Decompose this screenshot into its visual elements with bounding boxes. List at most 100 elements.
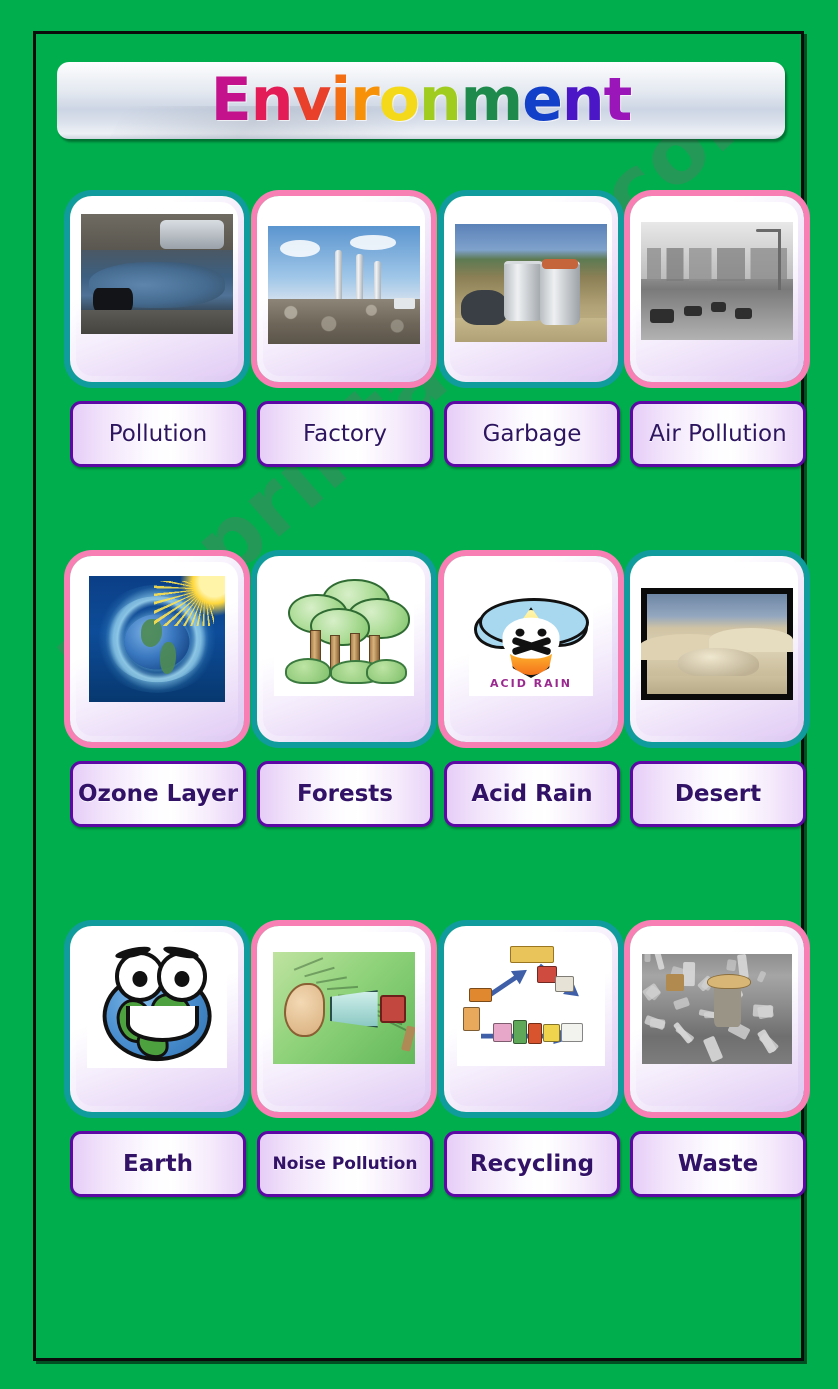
card-cell-noise-pollution: Noise Pollution bbox=[257, 926, 445, 1211]
scrap-piece bbox=[726, 959, 736, 971]
conical-hat bbox=[707, 974, 751, 989]
picture-card-recycling[interactable] bbox=[444, 926, 618, 1112]
card-cell-forests: Forests bbox=[257, 556, 445, 841]
word-label-text: Pollution bbox=[109, 423, 208, 446]
polluted-water-photo bbox=[81, 214, 233, 334]
card-inner bbox=[263, 932, 425, 1106]
megaphone-handle bbox=[380, 995, 407, 1024]
word-label-waste[interactable]: Waste bbox=[630, 1131, 806, 1197]
cardboard bbox=[666, 974, 684, 992]
card-inner bbox=[450, 202, 612, 376]
bush bbox=[366, 659, 406, 684]
picture-card-factory[interactable] bbox=[257, 196, 431, 382]
page-title: Environment bbox=[57, 62, 785, 139]
bottle bbox=[463, 1007, 480, 1031]
right-eye bbox=[157, 951, 207, 1001]
picture-card-pollution[interactable] bbox=[70, 196, 244, 382]
smile bbox=[126, 1006, 198, 1042]
word-label-recycling[interactable]: Recycling bbox=[444, 1131, 620, 1197]
worksheet-page: ESLprintables.com Environment PollutionF… bbox=[0, 0, 838, 1389]
title-letter-2: v bbox=[292, 65, 330, 135]
scrap-piece bbox=[649, 1018, 665, 1028]
street-lamp bbox=[778, 229, 781, 290]
forest-trees-clipart bbox=[274, 574, 414, 696]
word-label-garbage[interactable]: Garbage bbox=[444, 401, 620, 467]
overflow-trash bbox=[542, 259, 578, 268]
cloud bbox=[350, 235, 396, 249]
cloud bbox=[280, 240, 320, 257]
tanker-truck bbox=[160, 220, 224, 249]
word-label-air-pollution[interactable]: Air Pollution bbox=[630, 401, 806, 467]
rubble-bottom bbox=[81, 310, 233, 334]
picture-card-ozone-layer[interactable] bbox=[70, 556, 244, 742]
cartoon-earth-clipart bbox=[87, 944, 227, 1068]
box bbox=[469, 988, 492, 1002]
title-letter-9: n bbox=[562, 65, 604, 135]
garbage-cans-photo bbox=[455, 224, 607, 342]
chimney bbox=[335, 250, 342, 304]
word-label-text: Recycling bbox=[470, 1153, 594, 1176]
trash-can bbox=[540, 261, 580, 325]
card-cell-garbage: Garbage bbox=[444, 196, 632, 481]
card-inner bbox=[450, 932, 612, 1106]
picture-card-waste[interactable] bbox=[630, 926, 804, 1112]
title-letter-3: i bbox=[331, 65, 351, 135]
title-letter-6: n bbox=[419, 65, 461, 135]
card-row-2: Ozone Layer Forests ACID RAIN Acid Rain Dese… bbox=[0, 556, 838, 841]
word-label-text: Garbage bbox=[483, 423, 582, 446]
picture-card-air-pollution[interactable] bbox=[630, 196, 804, 382]
word-label-text: Air Pollution bbox=[649, 423, 786, 446]
container bbox=[493, 1023, 513, 1042]
card-inner bbox=[76, 932, 238, 1106]
card-inner bbox=[76, 562, 238, 736]
acid-rain-clipart: ACID RAIN bbox=[469, 576, 593, 696]
chimney bbox=[374, 261, 381, 303]
word-label-forests[interactable]: Forests bbox=[257, 761, 433, 827]
card-row-1: Pollution Factory Garbage Air Pollution bbox=[0, 196, 838, 481]
scrap-piece bbox=[756, 1004, 773, 1019]
trash-can bbox=[504, 261, 544, 321]
word-label-acid-rain[interactable]: Acid Rain bbox=[444, 761, 620, 827]
picture-card-garbage[interactable] bbox=[444, 196, 618, 382]
word-label-text: Ozone Layer bbox=[78, 783, 238, 806]
car bbox=[711, 302, 726, 311]
smoggy-traffic-photo bbox=[641, 222, 793, 340]
word-label-text: Acid Rain bbox=[471, 783, 592, 806]
card-inner bbox=[263, 202, 425, 376]
word-label-desert[interactable]: Desert bbox=[630, 761, 806, 827]
bottle bbox=[528, 1023, 542, 1045]
card-cell-air-pollution: Air Pollution bbox=[630, 196, 818, 481]
picture-card-noise-pollution[interactable] bbox=[257, 926, 431, 1112]
pupil bbox=[174, 971, 189, 987]
card-cell-pollution: Pollution bbox=[70, 196, 258, 481]
house bbox=[537, 966, 557, 983]
car bbox=[684, 306, 702, 317]
bottle bbox=[513, 1020, 527, 1044]
card-cell-factory: Factory bbox=[257, 196, 445, 481]
word-label-earth[interactable]: Earth bbox=[70, 1131, 246, 1197]
word-label-noise-pollution[interactable]: Noise Pollution bbox=[257, 1131, 433, 1197]
ozone-layer-diagram bbox=[89, 576, 225, 702]
card-inner bbox=[263, 562, 425, 736]
skull-eye bbox=[538, 629, 547, 637]
chimney bbox=[356, 254, 363, 304]
picture-card-acid-rain[interactable]: ACID RAIN bbox=[444, 556, 618, 742]
acid-rain-caption: ACID RAIN bbox=[490, 677, 572, 690]
picture-card-desert[interactable] bbox=[630, 556, 804, 742]
title-letter-4: r bbox=[350, 65, 379, 135]
card-inner bbox=[636, 202, 798, 376]
card-cell-waste: Waste bbox=[630, 926, 818, 1211]
sand-foreground bbox=[647, 676, 787, 694]
card-inner bbox=[76, 202, 238, 376]
truck bbox=[394, 298, 415, 309]
ear-icon bbox=[284, 983, 325, 1036]
word-label-ozone-layer[interactable]: Ozone Layer bbox=[70, 761, 246, 827]
waste-dump-photo bbox=[642, 954, 792, 1064]
recycling-arrows-clipart bbox=[457, 944, 605, 1066]
picture-card-earth[interactable] bbox=[70, 926, 244, 1112]
factory-chimneys-photo bbox=[268, 226, 420, 344]
word-label-factory[interactable]: Factory bbox=[257, 401, 433, 467]
word-label-pollution[interactable]: Pollution bbox=[70, 401, 246, 467]
card-inner: ACID RAIN bbox=[450, 562, 612, 736]
picture-card-forests[interactable] bbox=[257, 556, 431, 742]
